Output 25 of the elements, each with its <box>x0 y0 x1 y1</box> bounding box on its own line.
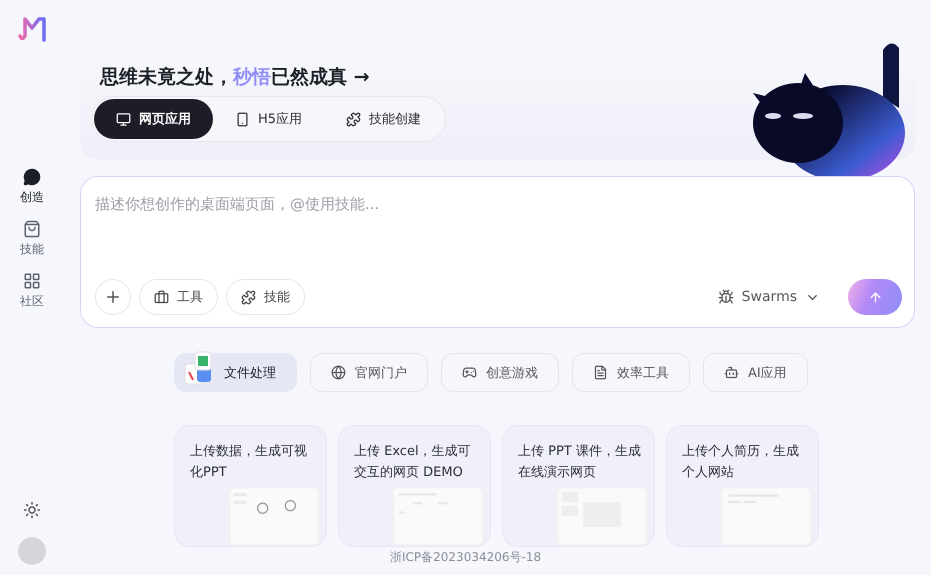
category-chip[interactable]: AI应用 <box>703 353 808 392</box>
tool-button[interactable]: 技能 <box>226 279 305 315</box>
model-selector[interactable]: Swarms <box>712 288 826 306</box>
mode-tab[interactable]: 网页应用 <box>94 99 213 139</box>
category-chip[interactable]: 创意游戏 <box>441 353 559 392</box>
template-card[interactable]: 上传数据，生成可视化PPT <box>174 425 327 547</box>
card-text: 上传 Excel，生成可交互的网页 DEMO <box>354 443 472 482</box>
sidebar-item[interactable]: 社区 <box>20 272 44 310</box>
mode-tab[interactable]: 技能创建 <box>324 99 444 139</box>
card-text: 上传个人简历，生成个人网站 <box>682 443 800 482</box>
tool-button[interactable]: 工具 <box>139 279 218 315</box>
sidebar-item[interactable]: 技能 <box>20 220 44 258</box>
category-chip[interactable]: 效率工具 <box>572 353 690 392</box>
card-text: 上传数据，生成可视化PPT <box>190 443 308 482</box>
icp-footer: 浙ICP备2023034206号-18 <box>390 549 542 566</box>
template-card[interactable]: 上传 PPT 课件，生成在线演示网页 <box>502 425 655 547</box>
card-text: 上传 PPT 课件，生成在线演示网页 <box>518 443 642 482</box>
sidebar-item[interactable]: 创造 <box>20 168 44 206</box>
mode-tab[interactable]: H5应用 <box>213 99 324 139</box>
template-card[interactable]: 上传个人简历，生成个人网站 <box>666 425 819 547</box>
template-card[interactable]: 上传 Excel，生成可交互的网页 DEMO <box>338 425 491 547</box>
category-chip[interactable]: 文件处理 <box>174 353 297 392</box>
prompt-input[interactable]: 描述你想创作的桌面端页面，@使用技能... <box>95 195 902 213</box>
category-chip[interactable]: 官网门户 <box>310 353 428 392</box>
headline: 思维未竟之处，秒悟已然成真 → <box>98 65 371 90</box>
